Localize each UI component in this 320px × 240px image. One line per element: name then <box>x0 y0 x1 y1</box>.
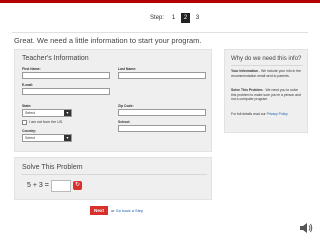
state-select-value: Select <box>25 111 35 115</box>
email-input[interactable] <box>22 88 110 95</box>
country-label: Country: <box>22 129 37 133</box>
captcha-equation: 5 + 3 = <box>27 182 49 189</box>
why-your-info-text: Your Information - We include your info … <box>231 69 303 78</box>
last-name-input[interactable] <box>118 72 206 79</box>
header-divider <box>12 32 308 33</box>
school-input[interactable] <box>118 125 206 132</box>
last-name-label: Last Name: <box>118 67 137 71</box>
go-back-link[interactable]: Go back a Step <box>116 208 144 213</box>
first-name-input[interactable] <box>22 72 110 79</box>
go-back-text: or Go back a Step <box>111 208 143 213</box>
step-label: Step: <box>150 15 165 21</box>
next-button[interactable]: Next <box>90 206 108 215</box>
country-select-value: Select <box>25 136 35 140</box>
why-solve-text: Solve This Problem - We need you to solv… <box>231 88 303 102</box>
why-info-panel: Why do we need this info? Your Informati… <box>224 49 308 133</box>
captcha-answer-input[interactable] <box>51 180 71 192</box>
not-from-us-label: I am not from the US. <box>29 120 64 124</box>
chevron-down-icon: ▼ <box>64 135 71 141</box>
step-indicator: Step: 1 2 3 <box>150 12 202 24</box>
first-name-label: First Name: <box>22 67 41 71</box>
step-1[interactable]: 1 <box>169 15 178 21</box>
teacher-info-panel: Teacher's Information First Name: Last N… <box>14 49 212 152</box>
country-select[interactable]: Select ▼ <box>22 134 72 142</box>
why-privacy-prefix: For full details read our <box>231 112 267 116</box>
speaker-icon[interactable] <box>299 222 313 234</box>
why-solve-heading: Solve This Problem <box>231 88 263 92</box>
captcha-panel: Solve This Problem 5 + 3 = ↻ <box>14 157 212 200</box>
why-info-divider <box>231 65 303 66</box>
zip-code-input[interactable] <box>118 109 206 116</box>
school-label: School: <box>118 120 131 124</box>
top-accent-bar <box>0 0 320 3</box>
step-2: 2 <box>181 13 191 23</box>
state-label: State: <box>22 104 32 108</box>
zip-code-label: Zip Code: <box>118 104 134 108</box>
email-label: E-mail: <box>22 83 34 87</box>
captcha-divider <box>21 174 207 175</box>
teacher-info-title: Teacher's Information <box>22 55 89 62</box>
why-privacy-text: For full details read our Privacy Policy <box>231 112 303 117</box>
chevron-down-icon: ▼ <box>64 110 71 116</box>
page-intro: Great. We need a little information to s… <box>14 36 202 45</box>
why-your-info-heading: Your Information <box>231 69 259 73</box>
step-3[interactable]: 3 <box>193 15 202 21</box>
refresh-icon[interactable]: ↻ <box>73 181 82 190</box>
privacy-policy-link[interactable]: Privacy Policy <box>267 112 288 116</box>
not-from-us-checkbox[interactable] <box>22 120 27 125</box>
or-text: or <box>111 208 115 213</box>
state-select[interactable]: Select ▼ <box>22 109 72 117</box>
why-info-title: Why do we need this info? <box>231 56 302 62</box>
captcha-title: Solve This Problem <box>22 164 83 171</box>
